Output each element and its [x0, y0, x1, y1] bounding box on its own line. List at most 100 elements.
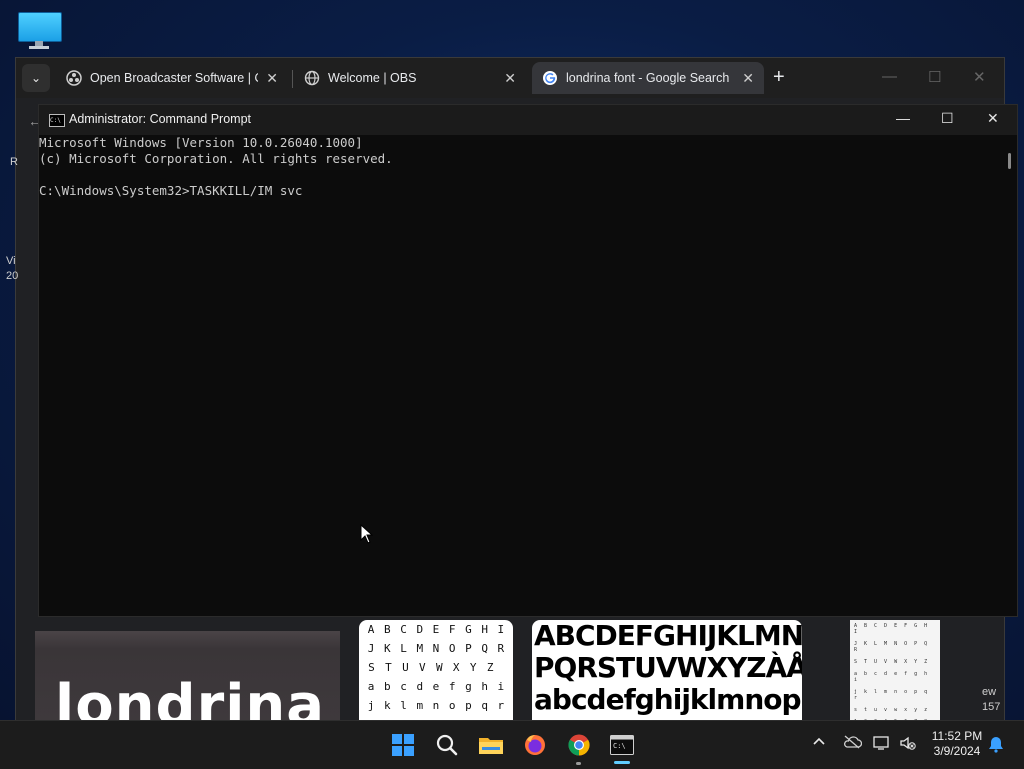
tab-close-button[interactable]: ✕ [266, 70, 278, 86]
page-fragment-text: 20 [6, 270, 19, 282]
glyph: p [465, 699, 472, 712]
notification-bell-icon[interactable] [988, 735, 1004, 756]
volume-muted-icon[interactable] [899, 735, 917, 754]
browser-close-button[interactable]: ✕ [973, 68, 986, 86]
glyph: h [481, 680, 488, 693]
glyph: o [448, 699, 456, 712]
tray-overflow-chevron-icon[interactable] [812, 735, 826, 752]
tab-title: londrina font - Google Search [566, 71, 730, 85]
image-result-card[interactable]: ABCDEFGHIJKLMNOPQRSTUVWXYZabcdefghijklmn… [359, 620, 513, 721]
tab-obs-software[interactable]: Open Broadcaster Software | OI ✕ [56, 62, 288, 94]
glyph: i [497, 680, 505, 693]
glyph-row: abcdefghi [359, 677, 513, 696]
tab-google-search[interactable]: londrina font - Google Search ✕ [532, 62, 764, 94]
glyph: Z [486, 661, 494, 674]
chrome-running-indicator [576, 762, 581, 765]
cmd-minimize-button[interactable]: — [896, 110, 910, 126]
cmd-scrollbar-thumb[interactable] [1008, 153, 1011, 169]
google-favicon-icon [542, 70, 558, 86]
glyph: K [384, 642, 391, 655]
glyph: X [452, 661, 460, 674]
firefox-icon[interactable] [521, 731, 549, 759]
font-sample-line: abcdefghijklmnop [534, 683, 802, 716]
tab-close-button[interactable]: ✕ [504, 70, 516, 86]
cmd-maximize-button[interactable]: ☐ [941, 110, 954, 127]
browser-maximize-button[interactable]: ☐ [928, 68, 941, 86]
glyph-row: ABCDEFGHI [359, 620, 513, 639]
glyph: q [481, 699, 488, 712]
mouse-cursor-icon [360, 524, 374, 544]
glyph: d [416, 680, 424, 693]
image-result-card[interactable]: londrina [35, 631, 340, 738]
glyph: F [448, 623, 456, 636]
glyph: G [465, 623, 472, 636]
cmd-close-button[interactable]: ✕ [987, 110, 999, 127]
tab-strip: ⌄ Open Broadcaster Software | OI ✕ Welco… [16, 58, 1004, 98]
glyph: T [385, 661, 392, 674]
specimen-line: a b c d e f g h i [854, 671, 930, 683]
glyph: A [367, 623, 375, 636]
glyph: S [368, 661, 375, 674]
font-sample-line: PQRSTUVWXYZÀÅÉÎ [534, 651, 802, 684]
cmd-console-output[interactable]: Microsoft Windows [Version 10.0.26040.10… [39, 135, 1005, 616]
tab-welcome-obs[interactable]: Welcome | OBS ✕ [294, 62, 526, 94]
new-tab-button[interactable]: + [773, 66, 785, 88]
specimen-line: A B C D E F G H I [854, 623, 930, 635]
glyph: N [432, 642, 440, 655]
glyph: b [384, 680, 391, 693]
globe-favicon-icon [304, 70, 320, 86]
font-sample-line: ABCDEFGHIJKLMNO [534, 620, 802, 652]
glyph: r [497, 699, 505, 712]
glyph: P [465, 642, 472, 655]
glyph: L [400, 642, 407, 655]
image-result-card[interactable]: A B C D E F G H I J K L M N O P Q R S T U … [850, 620, 940, 721]
glyph-row: jklmnopqr [359, 696, 513, 715]
glyph: m [416, 699, 424, 712]
glyph: O [448, 642, 456, 655]
svg-text:C:\: C:\ [613, 742, 626, 750]
obs-favicon-icon [66, 70, 82, 86]
clock-date: 3/9/2024 [933, 744, 981, 758]
system-clock[interactable]: 11:52 PM 3/9/2024 [928, 729, 986, 759]
console-line: (c) Microsoft Corporation. All rights re… [39, 151, 393, 166]
glyph: E [432, 623, 440, 636]
font-specimen-lines: A B C D E F G H I J K L M N O P Q R S T U … [850, 620, 940, 721]
font-glyph-grid: ABCDEFGHIJKLMNOPQRSTUVWXYZabcdefghijklmn… [359, 620, 513, 715]
terminal-icon[interactable]: C:\ [608, 731, 636, 759]
cmd-app-icon: C:\ [49, 114, 65, 127]
glyph: W [435, 661, 443, 674]
file-explorer-icon[interactable] [477, 731, 505, 759]
glyph: Q [481, 642, 488, 655]
glyph-row: STUVWXYZ [359, 658, 513, 677]
glyph: U [402, 661, 409, 674]
glyph: e [432, 680, 440, 693]
onedrive-offline-icon[interactable] [842, 735, 863, 752]
glyph: l [400, 699, 407, 712]
tab-divider [292, 70, 293, 88]
chrome-icon[interactable] [565, 731, 593, 759]
tab-close-button[interactable]: ✕ [742, 70, 754, 86]
clock-time: 11:52 PM [931, 729, 983, 743]
page-fragment-text: Vi [6, 255, 16, 267]
glyph: f [448, 680, 456, 693]
command-prompt-window[interactable]: C:\ Administrator: Command Prompt — ☐ ✕ … [38, 104, 1018, 617]
this-pc-desktop-icon[interactable] [18, 10, 62, 50]
image-result-card[interactable]: ABCDEFGHIJKLMNO PQRSTUVWXYZÀÅÉÎ abcdefgh… [532, 620, 802, 721]
tab-search-button[interactable]: ⌄ [22, 64, 50, 92]
specimen-line: S T U V W X Y Z [854, 659, 930, 665]
glyph: a [367, 680, 375, 693]
page-fragment-text: R [10, 156, 18, 168]
search-icon[interactable] [433, 731, 461, 759]
glyph: H [481, 623, 488, 636]
glyph-row: JKLMNOPQR [359, 639, 513, 658]
page-fragment-text: ew [982, 686, 997, 698]
glyph: J [367, 642, 375, 655]
network-icon[interactable] [873, 735, 891, 754]
glyph: Y [469, 661, 477, 674]
cmd-active-indicator [614, 761, 630, 764]
start-icon[interactable] [389, 731, 417, 759]
console-prompt-line[interactable]: C:\Windows\System32>TASKKILL/IM svc [39, 183, 1005, 199]
glyph: c [400, 680, 407, 693]
cmd-title-bar[interactable]: C:\ Administrator: Command Prompt — ☐ ✕ [39, 105, 1017, 135]
browser-minimize-button[interactable]: — [882, 68, 897, 85]
